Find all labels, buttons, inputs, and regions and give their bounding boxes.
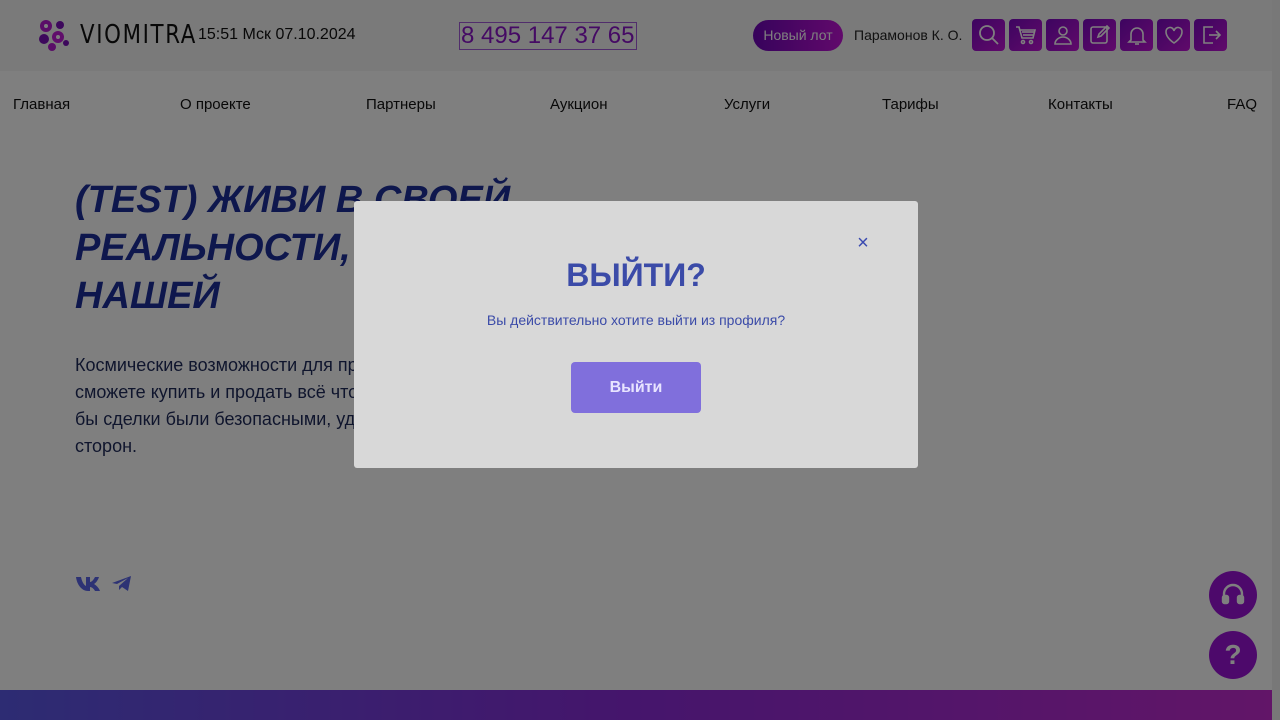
logout-modal: × ВЫЙТИ? Вы действительно хотите выйти и… [354,201,918,468]
modal-title: ВЫЙТИ? [566,257,706,293]
confirm-logout-button[interactable]: Выйти [571,362,701,413]
modal-text: Вы действительно хотите выйти из профиля… [486,312,786,328]
close-icon[interactable]: × [853,233,873,253]
